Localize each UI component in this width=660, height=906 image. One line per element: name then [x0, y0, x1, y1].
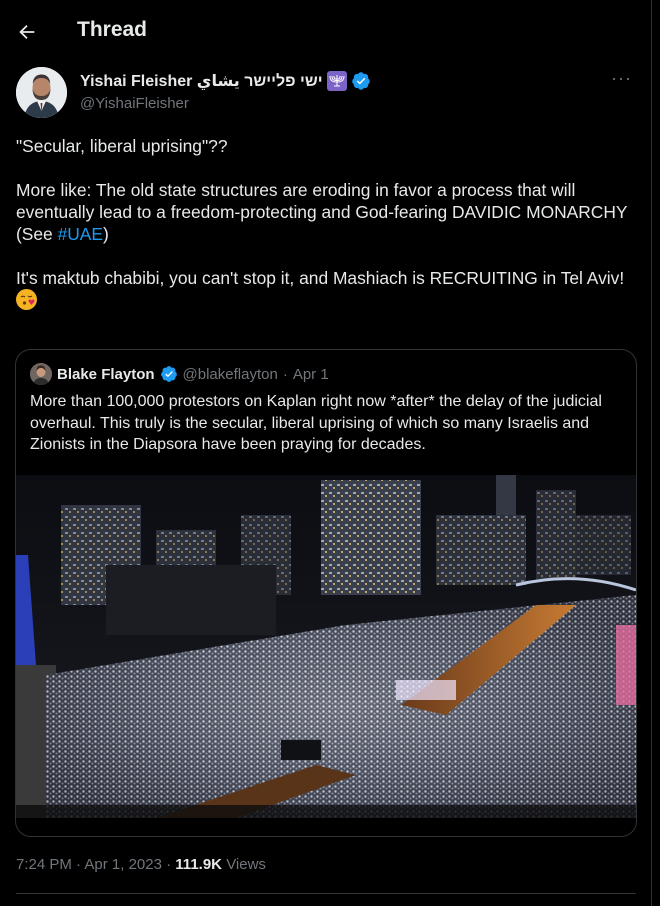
- quoted-author-avatar: [30, 363, 52, 385]
- tweet-see-line: (See #UAE): [16, 223, 638, 245]
- back-button[interactable]: [12, 14, 42, 50]
- tweet-time[interactable]: 7:24 PM: [16, 856, 72, 873]
- divider: [16, 893, 636, 894]
- hashtag-link[interactable]: #UAE: [58, 224, 103, 244]
- tweet-date[interactable]: Apr 1, 2023: [84, 856, 162, 873]
- quoted-separator: ·: [282, 365, 288, 383]
- verified-badge-icon: [160, 366, 177, 382]
- author-name[interactable]: Yishai Fleisher ישי פליישר يشاي: [80, 71, 323, 91]
- quoted-tweet-card[interactable]: Blake Flayton @blakeflayton · Apr 1 More…: [15, 349, 637, 837]
- more-dots-icon: ···: [611, 68, 632, 88]
- quoted-date: Apr 1: [292, 365, 329, 383]
- tweet-author-header: Yishai Fleisher ישי פליישר يشاي @YishaiF…: [16, 66, 636, 120]
- arrow-left-icon: [19, 24, 35, 40]
- author-name-row: Yishai Fleisher ישי פליישר يشاي: [80, 71, 371, 91]
- tweet-paragraph-2: More like: The old state structures are …: [16, 180, 628, 222]
- tweet-meta: 7:24 PM · Apr 1, 2023 · 111.9K Views: [16, 856, 266, 873]
- tweet-text: "Secular, liberal uprising"?? More like:…: [16, 135, 638, 311]
- author-avatar[interactable]: [16, 67, 67, 118]
- views-count: 111.9K: [175, 856, 223, 873]
- verified-badge-icon: [351, 72, 370, 90]
- see-suffix: ): [103, 224, 109, 244]
- views-label: Views: [226, 856, 266, 873]
- quoted-tweet-text: More than 100,000 protestors on Kaplan r…: [30, 393, 602, 453]
- quoted-tweet-photo[interactable]: [16, 475, 636, 818]
- quoted-tweet-header: Blake Flayton @blakeflayton · Apr 1: [30, 363, 329, 385]
- tweet-paragraph-3: It's maktub chabibi, you can't stop it, …: [16, 267, 638, 311]
- quoted-author-name: Blake Flayton: [57, 365, 155, 383]
- see-prefix: (See: [16, 224, 58, 244]
- thread-panel: Thread Yishai Fleisher ישי פליישר يشاي @…: [0, 0, 652, 906]
- top-bar: Thread: [0, 0, 652, 64]
- meta-separator: ·: [76, 856, 82, 873]
- page-title: Thread: [77, 18, 148, 41]
- more-options-button[interactable]: ···: [611, 68, 632, 89]
- quoted-author-handle: @blakeflayton: [182, 365, 278, 383]
- author-handle[interactable]: @YishaiFleisher: [80, 95, 189, 112]
- menorah-emoji-icon: [326, 71, 347, 91]
- kissing-face-emoji-icon: [16, 289, 37, 310]
- tweet-paragraph-3-text: It's maktub chabibi, you can't stop it, …: [16, 268, 625, 288]
- meta-separator: ·: [166, 856, 172, 873]
- tweet-line-1: "Secular, liberal uprising"??: [16, 136, 228, 156]
